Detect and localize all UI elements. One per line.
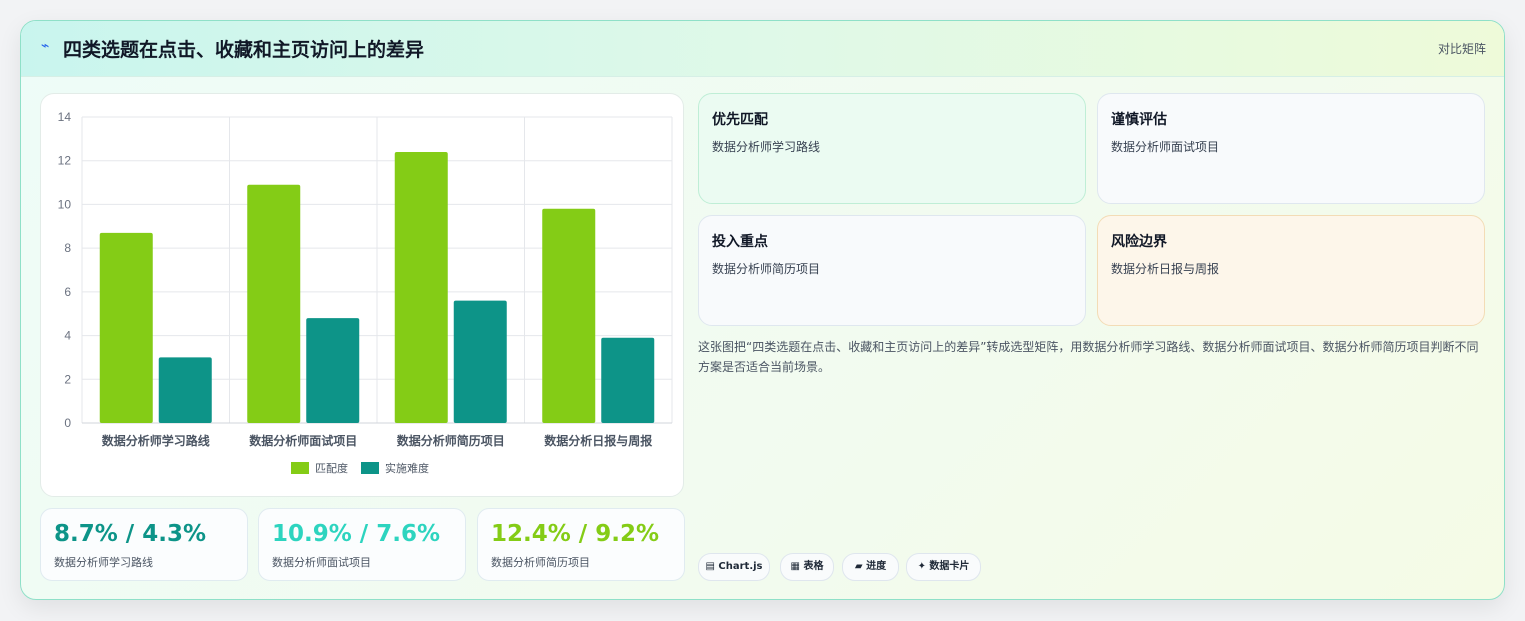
quadrant-desc: 数据分析师学习路线: [712, 140, 821, 154]
x-tick-label: 数据分析师简历项目: [397, 433, 505, 448]
legend-label: 实施难度: [385, 461, 429, 475]
chip-progress[interactable]: ▰ 进度: [842, 553, 899, 581]
chip-data-card[interactable]: ✦ 数据卡片: [906, 553, 981, 581]
bar-match: [542, 208, 596, 423]
quadrant-title: 投入重点: [712, 234, 768, 250]
stat-label: 数据分析师面试项目: [272, 556, 371, 569]
chip-table[interactable]: ▦ 表格: [780, 553, 834, 581]
quadrant-desc: 数据分析师简历项目: [712, 262, 821, 276]
card-header: ⌁ 四类选题在点击、收藏和主页访问上的差异 对比矩阵: [21, 21, 1504, 77]
y-tick-label: 12: [58, 154, 72, 168]
quadrant-desc: 数据分析师面试项目: [1111, 140, 1220, 154]
bar-difficulty: [601, 337, 655, 423]
stat-card-3: 12.4% / 9.2% 数据分析师简历项目: [477, 508, 685, 581]
quadrant-title: 风险边界: [1111, 234, 1167, 250]
bar-difficulty: [453, 300, 507, 423]
card-title: 四类选题在点击、收藏和主页访问上的差异: [63, 39, 425, 61]
quadrant-focus: 投入重点 数据分析师简历项目: [698, 215, 1086, 326]
comparison-card: ⌁ 四类选题在点击、收藏和主页访问上的差异 对比矩阵 0 2 4 6 8 10 12 14 数据…: [20, 20, 1505, 600]
quadrant-risk: 风险边界 数据分析日报与周报: [1097, 215, 1485, 326]
pulse-icon: ⌁: [41, 38, 50, 54]
bar-match: [99, 232, 153, 423]
legend-label: 匹配度: [315, 461, 348, 475]
x-tick-label: 数据分析日报与周报: [544, 433, 652, 448]
quadrant-title: 谨慎评估: [1111, 112, 1167, 128]
quadrant-caution: 谨慎评估 数据分析师面试项目: [1097, 93, 1485, 204]
stat-value: 8.7% / 4.3%: [54, 521, 206, 547]
bar-chart: 0 2 4 6 8 10 12 14 数据分析师学习路线 数据分析师面试项目 数据分析师简历项目 数据…: [58, 110, 673, 475]
x-tick-label: 数据分析师学习路线: [102, 433, 210, 448]
y-tick-label: 4: [64, 329, 71, 343]
stat-label: 数据分析师学习路线: [54, 556, 153, 569]
x-tick-label: 数据分析师面试项目: [249, 433, 357, 448]
y-tick-label: 0: [64, 416, 71, 430]
legend-swatch: [291, 462, 309, 474]
y-tick-label: 6: [64, 285, 71, 299]
stat-value: 10.9% / 7.6%: [272, 521, 440, 547]
stat-card-1: 8.7% / 4.3% 数据分析师学习路线: [40, 508, 248, 581]
matrix-description: 这张图把“四类选题在点击、收藏和主页访问上的差异”转成选型矩阵，用数据分析师学习…: [698, 340, 1479, 374]
bar-difficulty: [158, 357, 212, 423]
bar-difficulty: [306, 318, 360, 423]
quadrant-priority: 优先匹配 数据分析师学习路线: [698, 93, 1086, 204]
y-tick-label: 14: [58, 110, 72, 124]
bar-match: [247, 184, 301, 423]
chip-chartjs[interactable]: ▤ Chart.js: [698, 553, 770, 581]
quadrant-desc: 数据分析日报与周报: [1111, 262, 1220, 276]
stat-label: 数据分析师简历项目: [491, 556, 590, 569]
y-tick-label: 8: [64, 241, 71, 255]
stat-value: 12.4% / 9.2%: [491, 521, 659, 547]
bar-match: [394, 151, 448, 423]
y-tick-label: 2: [64, 372, 71, 386]
quadrant-title: 优先匹配: [712, 112, 768, 128]
legend-swatch: [361, 462, 379, 474]
card-tag: 对比矩阵: [1437, 42, 1486, 56]
bar-chart-panel: 0 2 4 6 8 10 12 14 数据分析师学习路线 数据分析师面试项目 数据分析师简历项目 数据…: [40, 93, 684, 497]
stat-card-2: 10.9% / 7.6% 数据分析师面试项目: [258, 508, 466, 581]
y-tick-label: 10: [58, 197, 72, 211]
